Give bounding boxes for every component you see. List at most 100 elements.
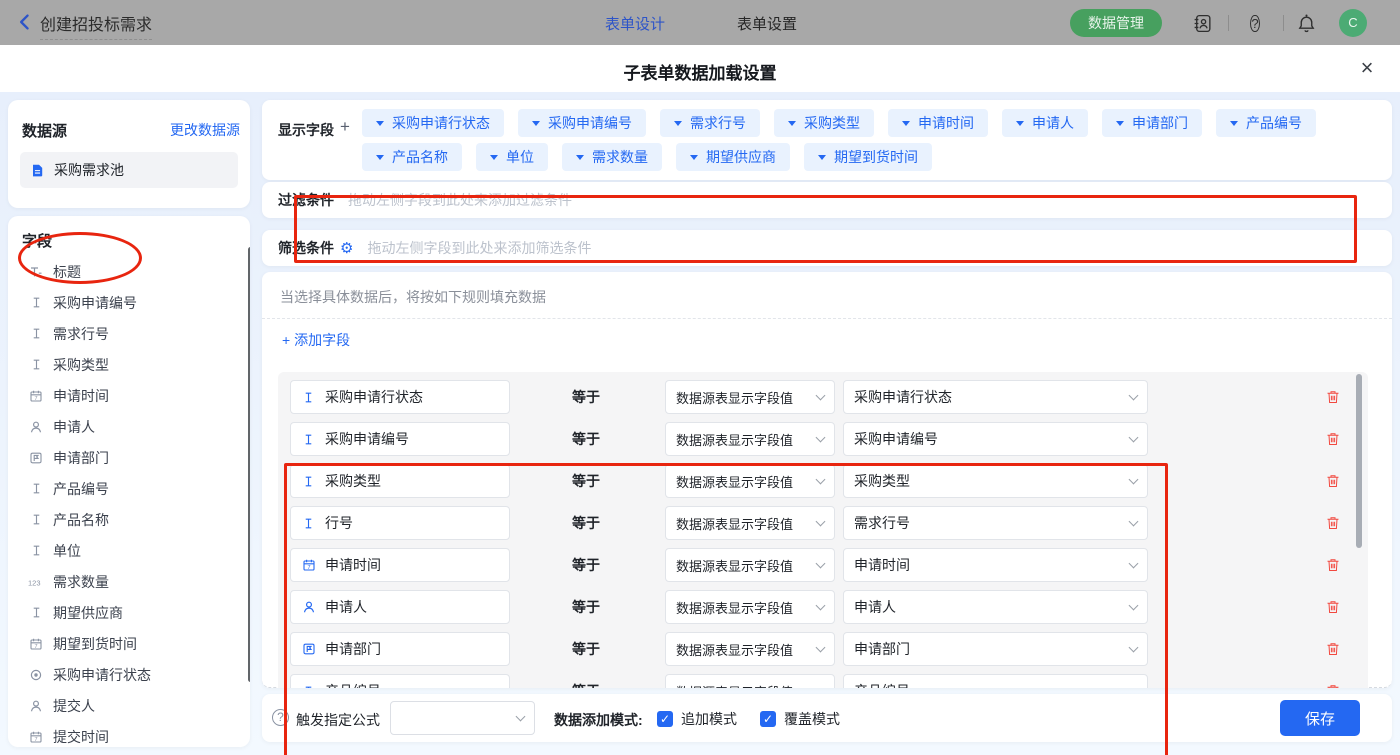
tab-form-settings[interactable]: 表单设置 <box>737 13 797 34</box>
field-item[interactable]: 产品编号 <box>8 473 244 504</box>
rule-target-select[interactable]: 申请时间 <box>843 548 1148 582</box>
rule-target-select[interactable]: 申请部门 <box>843 632 1148 666</box>
rule-source-value: 数据源表显示字段值 <box>676 598 793 617</box>
rule-source-select[interactable]: 数据源表显示字段值 <box>665 632 835 666</box>
rule-source-select[interactable]: 数据源表显示字段值 <box>665 590 835 624</box>
display-field-chip[interactable]: 申请部门 <box>1102 109 1202 137</box>
rule-field-box[interactable]: 采购类型 <box>290 464 510 498</box>
text-icon <box>28 513 44 526</box>
field-item[interactable]: 7 期望到货时间 <box>8 628 244 659</box>
field-item-label: 需求行号 <box>53 324 109 344</box>
screen-dropzone[interactable]: 拖动左侧字段到此处来添加筛选条件 <box>367 238 1392 258</box>
rule-field-box[interactable]: 采购申请编号 <box>290 422 510 456</box>
rule-source-select[interactable]: 数据源表显示字段值 <box>665 422 835 456</box>
rule-field-box[interactable]: 行号 <box>290 506 510 540</box>
field-item[interactable]: 需求行号 <box>8 318 244 349</box>
rule-target-select[interactable]: 采购申请行状态 <box>843 380 1148 414</box>
user-avatar[interactable]: C <box>1339 9 1367 37</box>
display-field-chip[interactable]: 期望供应商 <box>676 143 790 171</box>
rule-row: 申请部门 等于 数据源表显示字段值 申请部门 <box>278 632 1368 666</box>
field-item[interactable]: 期望供应商 <box>8 597 244 628</box>
rule-field-box[interactable]: 7申请时间 <box>290 548 510 582</box>
gear-icon[interactable]: ⚙ <box>340 241 353 256</box>
close-icon[interactable]: × <box>1352 53 1382 83</box>
rules-scrollbar[interactable] <box>1356 374 1362 548</box>
display-field-chip[interactable]: 采购申请编号 <box>518 109 646 137</box>
display-field-chip[interactable]: 需求行号 <box>660 109 760 137</box>
rule-target-select[interactable]: 申请人 <box>843 590 1148 624</box>
field-item[interactable]: 标题 <box>8 256 244 287</box>
notification-bell-icon[interactable] <box>1296 12 1318 34</box>
add-rule-field-button[interactable]: + 添加字段 <box>282 330 350 350</box>
fields-scrollbar[interactable] <box>248 247 250 682</box>
field-item[interactable]: 申请人 <box>8 411 244 442</box>
display-field-chip[interactable]: 采购申请行状态 <box>362 109 504 137</box>
rule-field-box[interactable]: 申请部门 <box>290 632 510 666</box>
rule-source-select[interactable]: 数据源表显示字段值 <box>665 506 835 540</box>
rule-source-select[interactable]: 数据源表显示字段值 <box>665 548 835 582</box>
field-item-label: 期望到货时间 <box>53 634 137 654</box>
chevron-down-icon <box>816 474 826 484</box>
change-datasource-link[interactable]: 更改数据源 <box>170 120 240 140</box>
filter-dropzone[interactable]: 拖动左侧字段到此处来添加过滤条件 <box>348 190 1392 210</box>
page: 创建招投标需求 表单设计 表单设置 数据管理 ? C 子表单数据加载设置 × <box>0 0 1400 755</box>
page-title[interactable]: 创建招投标需求 <box>40 11 152 40</box>
rule-source-value: 数据源表显示字段值 <box>676 388 793 407</box>
rule-field-box[interactable]: 申请人 <box>290 590 510 624</box>
field-item[interactable]: 采购申请编号 <box>8 287 244 318</box>
delete-rule-button[interactable] <box>1325 598 1343 616</box>
delete-rule-button[interactable] <box>1325 682 1343 688</box>
data-manage-button[interactable]: 数据管理 <box>1070 9 1162 37</box>
rule-source-select[interactable]: 数据源表显示字段值 <box>665 464 835 498</box>
tab-form-design[interactable]: 表单设计 <box>605 13 665 34</box>
formula-select[interactable] <box>390 701 535 735</box>
contacts-icon[interactable] <box>1192 12 1214 34</box>
rule-target-select[interactable]: 需求行号 <box>843 506 1148 540</box>
display-field-chip[interactable]: 产品名称 <box>362 143 462 171</box>
help-icon[interactable]: ? <box>1244 12 1266 34</box>
text-icon <box>28 606 44 619</box>
display-field-chip[interactable]: 期望到货时间 <box>804 143 932 171</box>
display-field-chip[interactable]: 申请时间 <box>888 109 988 137</box>
delete-rule-button[interactable] <box>1325 388 1343 406</box>
append-mode-checkbox[interactable]: ✓ 追加模式 <box>657 709 737 729</box>
field-item[interactable]: 123需求数量 <box>8 566 244 597</box>
delete-rule-button[interactable] <box>1325 556 1343 574</box>
display-field-chip[interactable]: 单位 <box>476 143 548 171</box>
overwrite-mode-checkbox[interactable]: ✓ 覆盖模式 <box>760 709 840 729</box>
rule-operator: 等于 <box>572 681 600 688</box>
calendar-icon: 7 <box>28 637 44 651</box>
back-button[interactable] <box>16 12 36 32</box>
field-item[interactable]: 申请部门 <box>8 442 244 473</box>
rule-target-select[interactable]: 产品编号 <box>843 674 1148 688</box>
rule-field-box[interactable]: 产品编号 <box>290 674 510 688</box>
delete-rule-button[interactable] <box>1325 514 1343 532</box>
display-field-chip[interactable]: 申请人 <box>1002 109 1088 137</box>
display-field-chip[interactable]: 需求数量 <box>562 143 662 171</box>
rule-source-select[interactable]: 数据源表显示字段值 <box>665 380 835 414</box>
chevron-down-icon <box>690 155 698 160</box>
display-field-chip[interactable]: 产品编号 <box>1216 109 1316 137</box>
field-item[interactable]: 7提交时间 <box>8 721 244 747</box>
field-item[interactable]: 提交人 <box>8 690 244 721</box>
delete-rule-button[interactable] <box>1325 430 1343 448</box>
rule-source-select[interactable]: 数据源表显示字段值 <box>665 674 835 688</box>
rule-target-select[interactable]: 采购类型 <box>843 464 1148 498</box>
field-item[interactable]: 采购类型 <box>8 349 244 380</box>
add-display-field-button[interactable]: + <box>340 117 350 137</box>
field-item[interactable]: 采购申请行状态 <box>8 659 244 690</box>
filter-placeholder: 拖动左侧字段到此处来添加过滤条件 <box>348 192 572 208</box>
save-button[interactable]: 保存 <box>1280 700 1360 736</box>
chip-label: 采购申请编号 <box>548 113 632 133</box>
field-item[interactable]: 产品名称 <box>8 504 244 535</box>
display-field-chip[interactable]: 采购类型 <box>774 109 874 137</box>
rule-source-value: 数据源表显示字段值 <box>676 514 793 533</box>
field-item[interactable]: 7申请时间 <box>8 380 244 411</box>
field-item[interactable]: 单位 <box>8 535 244 566</box>
datasource-item[interactable]: 采购需求池 <box>20 152 238 188</box>
rule-field-box[interactable]: 采购申请行状态 <box>290 380 510 414</box>
field-item-label: 提交时间 <box>53 727 109 747</box>
delete-rule-button[interactable] <box>1325 472 1343 490</box>
delete-rule-button[interactable] <box>1325 640 1343 658</box>
rule-target-select[interactable]: 采购申请编号 <box>843 422 1148 456</box>
